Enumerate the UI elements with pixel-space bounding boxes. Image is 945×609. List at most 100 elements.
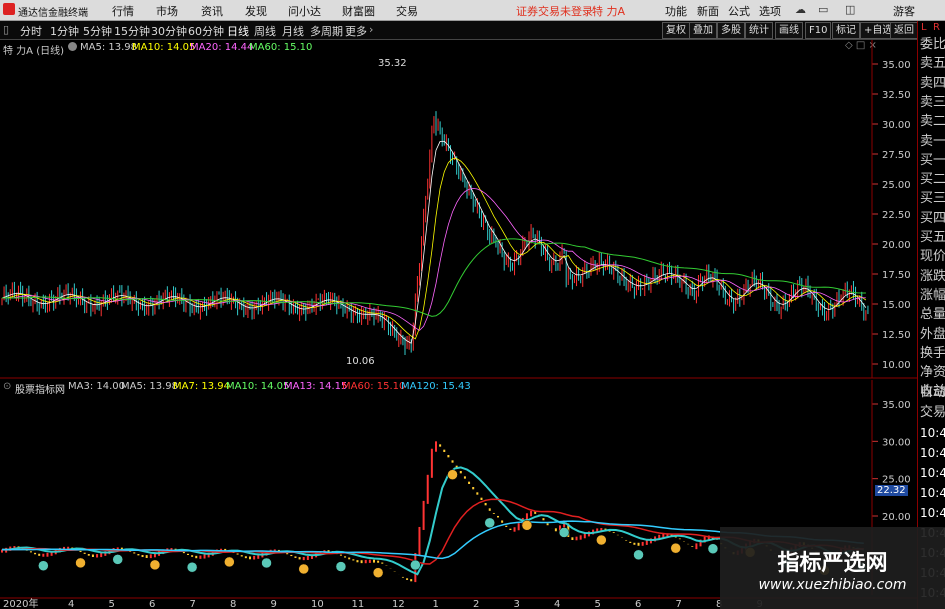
sub-ma120: MA120: 15.43 <box>401 381 471 392</box>
btn-f10[interactable]: F10 <box>805 22 832 39</box>
chart-canvas: 35.00 32.50 30.00 27.50 25.00 22.50 20.00 17.50… <box>0 40 917 609</box>
side-item: 买四 <box>920 210 945 226</box>
x-month-label: 11 <box>352 599 365 609</box>
menu-xinmian[interactable]: 新面 <box>697 3 719 19</box>
y-tick-label: 17.50 <box>882 270 911 281</box>
menu-zixun[interactable]: 资讯 <box>201 3 223 19</box>
signal-marker <box>38 560 49 571</box>
side-item: 涨幅 <box>920 287 945 303</box>
side-item: 净资 <box>920 365 945 381</box>
x-month-label: 5 <box>109 599 115 609</box>
period-monthly[interactable]: 月线 <box>282 23 304 39</box>
more-chevron-icon[interactable]: › <box>369 23 373 36</box>
x-month-label: 9 <box>271 599 277 609</box>
sub-gear-icon[interactable]: ⊙ <box>3 381 11 392</box>
window-icon[interactable]: ◫ <box>845 3 855 16</box>
y-tick-label: 27.50 <box>882 150 911 161</box>
sub-ma5: MA5: 13.98 <box>121 381 179 392</box>
high-price-label: 35.32 <box>378 58 407 69</box>
x-month-label: 7 <box>190 599 196 609</box>
x-month-label: 3 <box>514 599 520 609</box>
signal-marker <box>484 517 495 529</box>
side-sub-item: 交易 <box>920 405 945 420</box>
btn-diejia[interactable]: 叠加 <box>689 22 717 39</box>
signal-marker <box>298 563 309 575</box>
menu-wenxiaoda[interactable]: 问小达 <box>288 3 321 19</box>
x-month-label: 6 <box>149 599 155 609</box>
btn-fuquan[interactable]: 复权 <box>662 22 690 39</box>
menu-gongshi[interactable]: 公式 <box>728 3 750 19</box>
main-candles <box>1 111 869 356</box>
menu-hangqing[interactable]: 行情 <box>112 3 134 19</box>
side-item: 现价 <box>920 249 945 265</box>
menu-jiaoyi[interactable]: 交易 <box>396 3 418 19</box>
side-marker-l: L <box>921 22 927 33</box>
trade-time: 10:45 <box>920 466 945 480</box>
btn-biaoji[interactable]: 标记 <box>832 22 860 39</box>
menu-caifuquan[interactable]: 财富圈 <box>342 3 375 19</box>
signal-marker <box>410 559 421 571</box>
period-toolbar: ▯ 分时 1分钟 5分钟 15分钟 30分钟 60分钟 日线 周线 月线 多周期… <box>0 21 945 40</box>
side-item: 卖三 <box>920 94 945 110</box>
period-30min[interactable]: 30分钟 <box>151 23 187 39</box>
side-item: 买二 <box>920 172 945 188</box>
side-marker-r: R <box>933 22 940 33</box>
btn-tongji[interactable]: 统计 <box>745 22 773 39</box>
app-logo-icon <box>3 3 15 15</box>
trade-time: 10:45 <box>920 446 945 460</box>
trade-time: 10:45 <box>920 426 945 440</box>
signal-marker <box>335 561 347 572</box>
sub-chart-name: 股票指标网 <box>15 385 65 396</box>
x-month-label: 12 <box>392 599 405 609</box>
period-more[interactable]: 更多 <box>345 23 367 39</box>
login-status[interactable]: 证券交易未登录 <box>516 3 593 19</box>
period-weekly[interactable]: 周线 <box>254 23 276 39</box>
side-sub-item[interactable]: 自动 <box>920 383 945 403</box>
signal-marker <box>261 557 272 569</box>
y-tick-label: 30.00 <box>882 437 911 448</box>
side-item: 卖一 <box>920 133 945 149</box>
menu-faxian[interactable]: 发现 <box>245 3 267 19</box>
menu-shichang[interactable]: 市场 <box>156 3 178 19</box>
btn-huaxian[interactable]: 画线 <box>775 22 803 39</box>
x-month-label: 2 <box>473 599 479 609</box>
period-5min[interactable]: 5分钟 <box>83 23 112 39</box>
ma60-line <box>2 238 866 317</box>
menu-xuanxiang[interactable]: 选项 <box>759 3 781 19</box>
y-tick-label: 22.50 <box>882 210 911 221</box>
ma20-line <box>2 187 866 331</box>
period-1min[interactable]: 1分钟 <box>50 23 79 39</box>
signal-marker <box>75 557 86 569</box>
y-tick-label: 15.00 <box>882 300 911 311</box>
watermark-title: 指标严选网 <box>777 551 888 576</box>
cloud-icon[interactable]: ☁ <box>795 3 806 16</box>
ma10-line <box>2 158 867 340</box>
menu-gongneng[interactable]: 功能 <box>665 3 687 19</box>
signal-marker <box>521 520 533 531</box>
y-tick-label: 30.00 <box>882 120 911 131</box>
period-60min[interactable]: 60分钟 <box>188 23 224 39</box>
x-month-label: 10 <box>311 599 324 609</box>
user-guest[interactable]: 游客 <box>893 3 915 19</box>
side-item: 委比 <box>920 37 945 52</box>
x-month-label: 1 <box>433 599 439 609</box>
signal-marker <box>372 567 384 578</box>
period-daily[interactable]: 日线 <box>227 23 249 39</box>
x-month-label: 4 <box>68 599 74 609</box>
x-month-label: 6 <box>635 599 641 609</box>
btn-duogu[interactable]: 多股 <box>717 22 745 39</box>
app-title: 通达信金融终端 <box>18 8 88 19</box>
period-15min[interactable]: 15分钟 <box>114 23 150 39</box>
side-item: 换手 <box>920 345 945 361</box>
period-fenshi[interactable]: 分时 <box>20 23 42 39</box>
signal-marker <box>558 527 570 538</box>
x-start-label: 2020年 <box>3 597 38 609</box>
period-multi[interactable]: 多周期 <box>310 23 343 39</box>
btn-fanhui[interactable]: 返回 <box>890 22 918 39</box>
sub-ma60: MA60: 15.10 <box>342 381 406 392</box>
signal-marker <box>633 549 644 561</box>
quote-side-panel: L R 委比 卖五 卖四 卖三 卖二 卖一 买一 买二 买三 买四 买五 现价 涨跌 涨幅 总量 外盘 换手 净资… <box>917 21 945 609</box>
y-tick-label: 12.50 <box>882 330 911 341</box>
minimize-icon[interactable]: ▭ <box>818 3 828 16</box>
watermark-url: www.xuezhibiao.com <box>758 577 907 593</box>
